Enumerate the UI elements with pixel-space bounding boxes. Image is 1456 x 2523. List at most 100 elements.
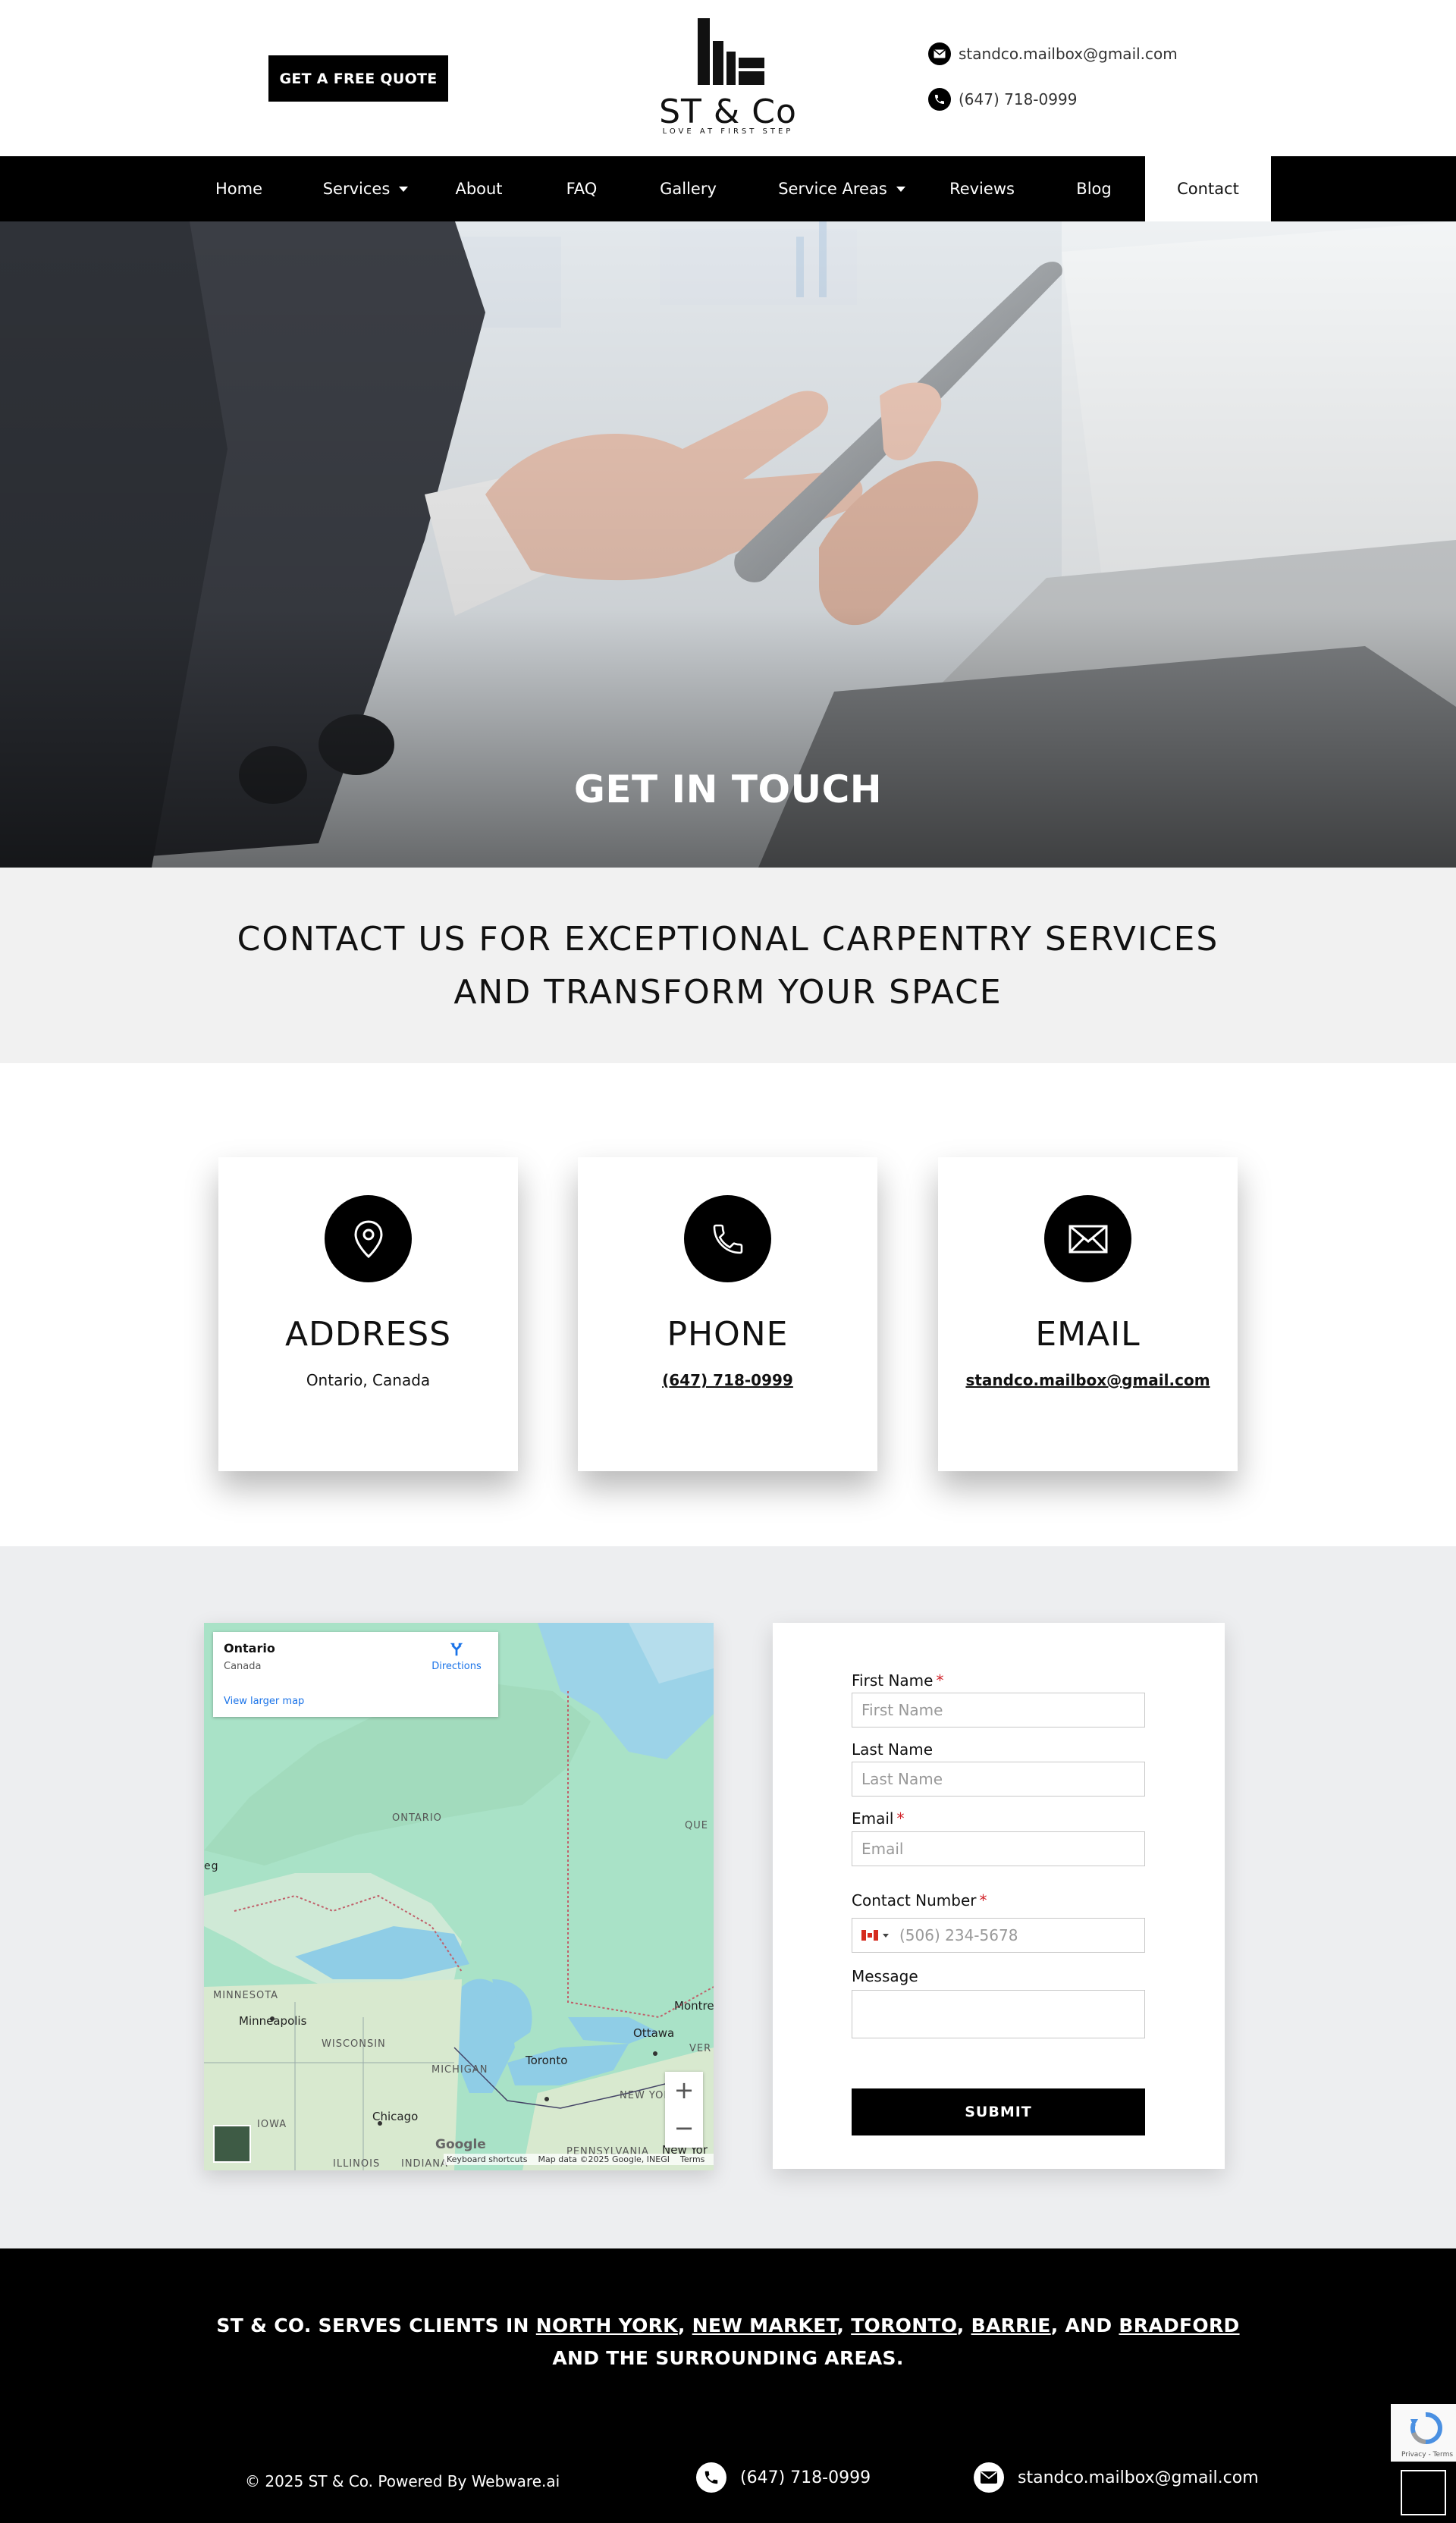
email-input[interactable]: Email [852,1831,1145,1866]
last-name-label-text: Last Name [852,1740,934,1759]
logo[interactable]: ST & Co LOVE AT FIRST STEP [645,18,811,140]
map-label: ONTARIO [392,1812,442,1824]
view-larger-map-link[interactable]: View larger map [224,1696,304,1707]
phone-card: PHONE (647) 718-0999 [578,1157,877,1471]
map-form-section: Ontario Canada View larger map Direction… [0,1546,1456,2248]
nav-services[interactable]: Services [312,156,419,221]
first-name-input[interactable]: First Name [852,1693,1145,1728]
logo-bars-icon [698,18,764,85]
zoom-in-button[interactable]: + [665,2072,703,2110]
canada-flag-icon[interactable] [861,1930,878,1941]
nav-faq-label: FAQ [566,180,598,198]
contact-number-placeholder: (506) 234-5678 [899,1926,1018,1944]
footer-email-text: standco.mailbox@gmail.com [1018,2468,1259,2487]
map-label: MINNESOTA [213,1990,279,2001]
service-areas-statement: ST & CO. SERVES CLIENTS IN NORTH YORK, N… [197,2309,1259,2374]
last-name-placeholder: Last Name [861,1770,943,1788]
copyright: © 2025 ST & Co. Powered By Webware.ai [245,2472,560,2490]
map-label: INDIANA [401,2158,448,2170]
logo-tagline: LOVE AT FIRST STEP [662,127,794,136]
location-pin-icon [325,1195,412,1282]
nav-service-areas[interactable]: Service Areas [766,156,918,221]
map-label: WISCONSIN [322,2038,386,2050]
site-header: GET A FREE QUOTE ST & Co LOVE AT FIRST S… [0,0,1456,156]
nav-faq[interactable]: FAQ [548,156,616,221]
header-email[interactable]: standco.mailbox@gmail.com [928,42,1178,65]
footer-email[interactable]: standco.mailbox@gmail.com [974,2462,1259,2493]
email-label: Email * [852,1809,905,1828]
required-marker: * [936,1671,944,1690]
area-link-bradford[interactable]: BRADFORD [1119,2314,1239,2336]
map-city: Chicago [372,2110,419,2123]
directions-icon [450,1643,463,1656]
first-name-label-text: First Name [852,1671,934,1690]
nav-home-label: Home [215,180,262,198]
envelope-icon [928,42,951,65]
map-label: eg [204,1860,219,1872]
nav-gallery-label: Gallery [660,180,717,198]
area-link-north-york[interactable]: NORTH YORK [536,2314,678,2336]
required-marker: * [896,1809,905,1828]
nav-home[interactable]: Home [205,156,273,221]
map-footer: Keyboard shortcuts Map data ©2025 Google,… [444,2154,714,2165]
submit-button[interactable]: SUBMIT [852,2088,1145,2135]
google-logo: Google [435,2137,486,2152]
nav-reviews[interactable]: Reviews [940,156,1024,221]
map-place-card: Ontario Canada View larger map Direction… [213,1632,498,1717]
phone-icon [696,2462,726,2493]
zoom-out-button[interactable]: − [665,2110,703,2148]
map-layer-toggle[interactable] [213,2125,251,2163]
nav-blog[interactable]: Blog [1058,156,1130,221]
email-placeholder: Email [861,1840,904,1858]
area-link-new-market[interactable]: NEW MARKET [692,2314,837,2336]
recaptcha-text: Privacy - Terms [1401,2451,1454,2459]
recaptcha-icon [1410,2412,1442,2444]
email-link[interactable]: standco.mailbox@gmail.com [938,1371,1238,1389]
phone-title: PHONE [667,1315,789,1354]
chevron-down-icon [896,186,905,192]
message-label-text: Message [852,1967,918,1985]
intro-band: CONTACT US FOR EXCEPTIONAL CARPENTRY SER… [0,868,1456,1063]
scroll-to-top-button[interactable] [1401,2470,1446,2515]
contact-number-input[interactable]: (506) 234-5678 [852,1918,1145,1953]
directions-button[interactable]: Directions [430,1641,483,1672]
nav-about-label: About [455,180,503,198]
header-phone[interactable]: (647) 718-0999 [928,88,1077,111]
last-name-input[interactable]: Last Name [852,1762,1145,1797]
contact-number-label-text: Contact Number [852,1891,977,1910]
message-textarea[interactable] [852,1990,1145,2038]
chevron-down-icon [883,1933,889,1938]
nav-contact-label: Contact [1177,180,1239,198]
footer-phone-text: (647) 718-0999 [740,2468,871,2487]
address-card: ADDRESS Ontario, Canada [218,1157,518,1471]
map-data-text: Map data ©2025 Google, INEGI [538,2154,670,2164]
recaptcha-badge[interactable]: Privacy - Terms [1391,2404,1456,2462]
required-marker: * [979,1891,987,1910]
header-email-text: standco.mailbox@gmail.com [959,45,1178,63]
separator: , [677,2314,692,2336]
map-label: ILLINOIS [333,2158,381,2170]
nav-blog-label: Blog [1076,180,1112,198]
intro-title: CONTACT US FOR EXCEPTIONAL CARPENTRY SER… [237,920,1219,1012]
header-phone-text: (647) 718-0999 [959,90,1078,108]
hero-title: GET IN TOUCH [573,767,883,811]
separator: , AND [1050,2314,1119,2336]
nav-reviews-label: Reviews [949,180,1015,198]
area-link-barrie[interactable]: BARRIE [971,2314,1051,2336]
nav-gallery[interactable]: Gallery [648,156,728,221]
email-card: EMAIL standco.mailbox@gmail.com [938,1157,1238,1471]
email-label-text: Email [852,1809,894,1828]
map-label: IOWA [257,2119,287,2130]
hero-banner: GET IN TOUCH [0,221,1456,868]
keyboard-shortcuts-link[interactable]: Keyboard shortcuts [447,2154,528,2164]
google-map[interactable]: Ontario Canada View larger map Direction… [204,1623,714,2170]
footer-phone[interactable]: (647) 718-0999 [696,2462,871,2493]
area-link-toronto[interactable]: TORONTO [851,2314,957,2336]
phone-link[interactable]: (647) 718-0999 [578,1371,877,1389]
nav-contact[interactable]: Contact [1145,156,1271,221]
nav-about[interactable]: About [443,156,515,221]
directions-label: Directions [431,1661,482,1672]
map-terms-link[interactable]: Terms [680,2154,704,2164]
free-quote-button[interactable]: GET A FREE QUOTE [268,55,448,102]
main-nav: Home Services About FAQ Gallery Service … [0,156,1456,221]
